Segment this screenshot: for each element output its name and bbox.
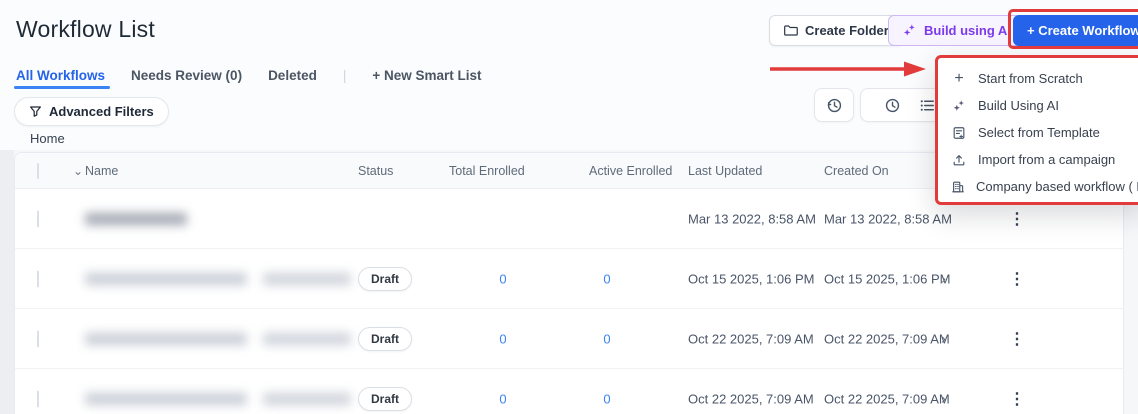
created-on-value: Mar 13 2022, 8:58 AM (824, 211, 952, 226)
advanced-filters-label: Advanced Filters (49, 104, 154, 119)
column-header-status: Status (358, 163, 394, 178)
column-header-total-enrolled: Total Enrolled (449, 163, 525, 178)
redacted-workflow-name (85, 272, 247, 285)
page-gutter (0, 150, 14, 414)
menu-item-select-from-template[interactable]: Select from Template (938, 119, 1138, 146)
created-on-value: Oct 15 2025, 1:06 PM (824, 271, 951, 286)
tab-needs-review[interactable]: Needs Review (0) (131, 68, 242, 83)
redacted-workflow-name (263, 392, 351, 405)
menu-item-build-using-ai[interactable]: Build Using AI (938, 92, 1138, 119)
tab-deleted[interactable]: Deleted (268, 68, 317, 83)
row-checkbox[interactable] (37, 210, 39, 227)
history-clock-icon (826, 97, 843, 114)
status-badge: Draft (358, 386, 413, 411)
menu-item-company-based-workflow[interactable]: Company based workflow ( Beta ) (938, 173, 1138, 200)
menu-item-import-from-campaign[interactable]: Import from a campaign (938, 146, 1138, 173)
active-enrolled-link[interactable]: 0 (593, 331, 621, 346)
funnel-icon (29, 105, 42, 118)
menu-item-start-from-scratch[interactable]: + Start from Scratch (938, 65, 1138, 92)
company-icon (951, 180, 965, 194)
status-badge: Draft (358, 266, 413, 291)
chevron-down-icon[interactable]: ⌄ (73, 164, 83, 178)
folder-icon (783, 23, 798, 38)
select-all-checkbox[interactable] (37, 162, 39, 179)
table-row[interactable]: Draft 0 0 Oct 22 2025, 7:09 AM Oct 22 20… (15, 309, 1123, 369)
redacted-workflow-name (85, 212, 187, 225)
create-workflow-dropdown: + Start from Scratch Build Using AI Sele… (935, 55, 1138, 205)
status-badge: Draft (358, 326, 413, 351)
column-header-active-enrolled: Active Enrolled (589, 163, 673, 178)
expand-row-icon[interactable]: › (941, 330, 946, 347)
table-row[interactable]: Draft 0 0 Oct 22 2025, 7:09 AM Oct 22 20… (15, 369, 1123, 414)
menu-item-label: Start from Scratch (978, 71, 1083, 86)
created-on-value: Oct 22 2025, 7:09 AM (824, 331, 950, 346)
active-enrolled-link[interactable]: 0 (593, 391, 621, 406)
create-folder-label: Create Folder (805, 23, 889, 38)
breadcrumb[interactable]: Home (30, 131, 65, 146)
redacted-workflow-name (263, 332, 351, 345)
last-updated-value: Oct 22 2025, 7:09 AM (688, 391, 814, 406)
row-checkbox[interactable] (37, 390, 39, 407)
sparkles-icon (902, 23, 917, 38)
row-checkbox[interactable] (37, 330, 39, 347)
redacted-workflow-name (263, 272, 351, 285)
redacted-workflow-name (85, 332, 247, 345)
tab-all-workflows[interactable]: All Workflows (16, 68, 105, 83)
template-icon (951, 126, 967, 140)
last-updated-value: Oct 15 2025, 1:06 PM (688, 271, 815, 286)
expand-row-icon[interactable]: › (941, 390, 946, 407)
redacted-workflow-name (85, 392, 247, 405)
total-enrolled-link[interactable]: 0 (489, 331, 517, 346)
menu-item-label: Import from a campaign (978, 152, 1116, 167)
active-enrolled-link[interactable]: 0 (593, 271, 621, 286)
workflow-list-page: Workflow List All Workflows Needs Review… (0, 0, 1138, 414)
column-header-name: Name (85, 163, 119, 178)
last-updated-value: Mar 13 2022, 8:58 AM (688, 211, 816, 226)
build-using-ai-button[interactable]: Build using AI (888, 15, 1025, 46)
row-checkbox[interactable] (37, 270, 39, 287)
menu-item-label: Company based workflow ( Beta ) (976, 179, 1138, 194)
plus-icon: + (954, 69, 964, 87)
column-header-created-on: Created On (824, 163, 889, 178)
page-title: Workflow List (16, 16, 155, 42)
table-row[interactable]: Draft 0 0 Oct 15 2025, 1:06 PM Oct 15 20… (15, 249, 1123, 309)
row-actions-menu-icon[interactable]: ⋮ (1009, 329, 1025, 349)
total-enrolled-link[interactable]: 0 (489, 391, 517, 406)
import-icon (951, 153, 967, 167)
list-view-icon[interactable] (919, 97, 936, 114)
last-updated-value: Oct 22 2025, 7:09 AM (688, 331, 814, 346)
active-tab-underline (14, 86, 110, 89)
history-button[interactable] (814, 88, 854, 122)
new-smart-list-button[interactable]: + New Smart List (372, 68, 481, 83)
create-folder-button[interactable]: Create Folder (769, 15, 903, 46)
menu-item-label: Build Using AI (978, 98, 1059, 113)
created-on-value: Oct 22 2025, 7:09 AM (824, 391, 950, 406)
sparkles-icon (951, 99, 967, 113)
menu-item-label: Select from Template (978, 125, 1100, 140)
expand-row-icon[interactable]: › (941, 270, 946, 287)
clock-icon[interactable] (884, 97, 901, 114)
column-header-last-updated: Last Updated (688, 163, 763, 178)
row-actions-menu-icon[interactable]: ⋮ (1009, 389, 1025, 409)
create-workflow-label: + Create Workflow (1027, 23, 1138, 38)
tab-divider: | (342, 67, 347, 83)
create-workflow-button[interactable]: + Create Workflow (1013, 15, 1138, 46)
total-enrolled-link[interactable]: 0 (489, 271, 517, 286)
row-actions-menu-icon[interactable]: ⋮ (1009, 209, 1025, 229)
row-actions-menu-icon[interactable]: ⋮ (1009, 269, 1025, 289)
advanced-filters-button[interactable]: Advanced Filters (14, 97, 169, 126)
build-using-ai-label: Build using AI (924, 23, 1011, 38)
